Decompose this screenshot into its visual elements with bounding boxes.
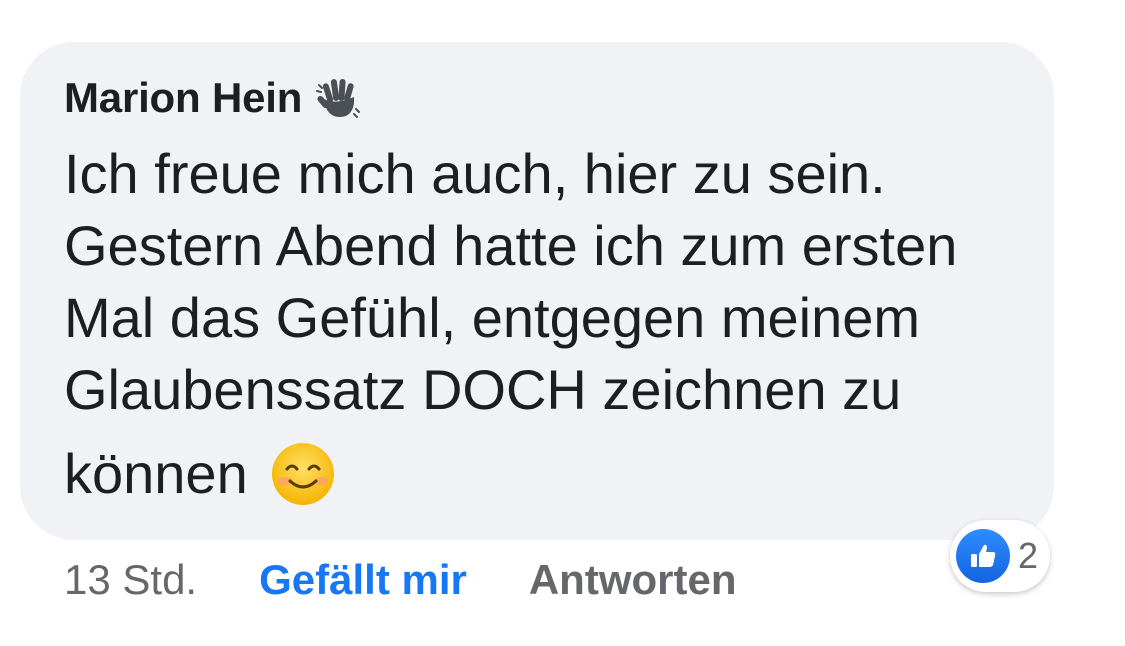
like-button[interactable]: Gefällt mir — [259, 556, 467, 604]
comment-line: Mal das Gefühl, entgegen meinem — [64, 286, 921, 349]
reaction-summary[interactable]: 2 — [950, 520, 1051, 592]
author-name[interactable]: Marion Hein — [64, 74, 302, 122]
comment-line: Glaubenssatz DOCH zeichnen zu — [64, 358, 902, 421]
smiling-face-icon — [270, 441, 336, 507]
comment-line: Ich freue mich auch, hier zu sein. — [64, 142, 886, 205]
thumbs-up-icon — [956, 529, 1010, 583]
comment-header: Marion Hein — [64, 70, 362, 126]
reaction-count: 2 — [1018, 535, 1039, 576]
timestamp[interactable]: 13 Std. — [64, 556, 197, 604]
comment-line: Gestern Abend hatte ich zum ersten — [64, 214, 958, 277]
waving-hand-icon — [316, 75, 362, 121]
comment-last-line: können — [64, 438, 1034, 510]
comment-body: Ich freue mich auch, hier zu sein. Geste… — [64, 138, 1034, 510]
comment-line: können — [64, 442, 248, 505]
reply-button[interactable]: Antworten — [529, 556, 737, 604]
comment-actions: 13 Std. Gefällt mir Antworten — [64, 552, 737, 608]
comment-view: Marion Hein Ich freue mich auch, hier zu… — [0, 0, 1125, 646]
